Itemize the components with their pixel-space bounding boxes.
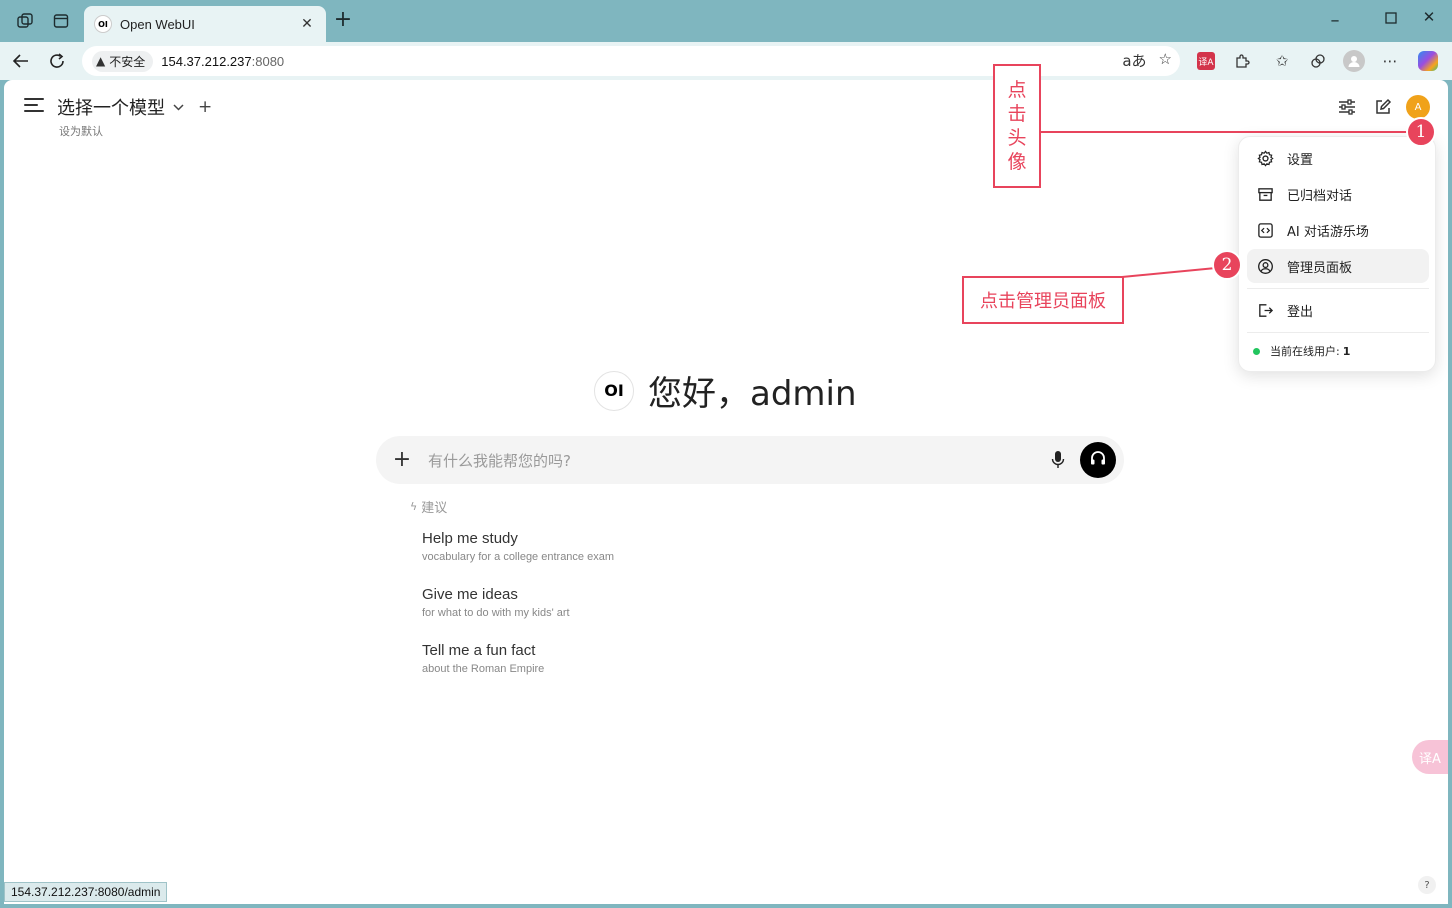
headphones-icon — [1089, 449, 1107, 471]
online-users-label: 当前在线用户: — [1270, 345, 1340, 358]
close-window-icon[interactable]: ✕ — [1414, 8, 1444, 30]
add-model-icon[interactable]: + — [198, 97, 212, 117]
more-menu-icon[interactable]: ⋯ — [1378, 50, 1402, 72]
annotation-number-2: 2 — [1212, 250, 1242, 280]
gear-icon — [1255, 148, 1275, 168]
profile-icon[interactable] — [1342, 50, 1366, 72]
new-tab-icon[interactable]: + — [332, 9, 354, 32]
annotation-line-1 — [1040, 131, 1408, 133]
annotation-step1-char: 击 — [1007, 103, 1027, 125]
menu-item-logout[interactable]: 登出 — [1247, 293, 1429, 327]
tab-actions-icon[interactable] — [50, 10, 72, 32]
translate-extension-icon[interactable]: 译A — [1194, 50, 1218, 72]
reload-icon[interactable] — [44, 49, 70, 73]
workspaces-icon[interactable] — [14, 10, 36, 32]
annotation-number-1: 1 — [1406, 117, 1436, 147]
voice-mode-button[interactable] — [1080, 442, 1116, 478]
menu-item-label: 设置 — [1287, 152, 1314, 168]
menu-item-label: AI 对话游乐场 — [1287, 224, 1369, 240]
code-icon — [1255, 220, 1275, 240]
favorite-star-icon[interactable]: ☆ — [1159, 50, 1172, 71]
chat-input-placeholder[interactable]: 有什么我能帮您的吗? — [428, 450, 571, 471]
menu-item-label: 登出 — [1287, 304, 1314, 320]
read-aloud-icon[interactable]: aあ — [1122, 50, 1146, 71]
new-chat-edit-icon[interactable] — [1372, 96, 1394, 118]
model-selector[interactable]: 选择一个模型 + — [57, 94, 212, 120]
chat-input[interactable]: + 有什么我能帮您的吗? — [376, 436, 1124, 484]
annotation-step2-box: 点击管理员面板 — [962, 276, 1124, 324]
bolt-icon: ϟ — [410, 500, 418, 513]
url-text[interactable]: 154.37.212.237:8080 — [161, 54, 284, 69]
url-host: 154.37.212.237 — [161, 53, 252, 69]
browser-tab[interactable]: OI Open WebUI ✕ — [84, 6, 326, 42]
maximize-icon[interactable] — [1376, 10, 1406, 32]
set-default-link[interactable]: 设为默认 — [59, 123, 103, 139]
suggestions-heading: ϟ 建议 — [410, 497, 447, 516]
user-circle-icon — [1255, 256, 1275, 276]
annotation-step1-char: 像 — [1007, 151, 1027, 173]
user-dropdown-menu: 设置 已归档对话 AI 对话游乐场 管理员面板 登出 当前在线用户: 1 — [1238, 136, 1436, 372]
menu-item-archived-chats[interactable]: 已归档对话 — [1247, 177, 1429, 211]
user-avatar[interactable]: A — [1406, 95, 1430, 119]
browser-titlebar: OI Open WebUI ✕ + – ✕ — [0, 0, 1452, 42]
online-dot-icon — [1253, 347, 1260, 355]
translate-extension-badge: 译A — [1197, 52, 1215, 70]
controls-sliders-icon[interactable] — [1336, 96, 1358, 118]
microphone-icon[interactable] — [1046, 448, 1070, 472]
collections-icon[interactable] — [1306, 50, 1330, 72]
extensions-icon[interactable] — [1230, 50, 1254, 72]
annotation-step1-char: 点 — [1007, 79, 1027, 101]
chevron-down-icon[interactable] — [173, 100, 184, 114]
openwebui-logo: OI — [594, 370, 634, 411]
tab-close-icon[interactable]: ✕ — [298, 16, 316, 32]
menu-divider — [1247, 288, 1429, 289]
favorites-icon[interactable]: ✩ — [1270, 50, 1294, 72]
page-viewport: 选择一个模型 + 设为默认 A 设置 已归档对话 AI 对话游乐场 管理员面板 … — [4, 80, 1448, 904]
menu-divider — [1247, 332, 1429, 333]
tab-favicon: OI — [94, 15, 112, 33]
security-warning[interactable]: ▲ 不安全 — [92, 50, 154, 72]
annotation-step1-box: 点 击 头 像 — [993, 64, 1041, 188]
suggestion-title: Help me study — [422, 530, 518, 547]
menu-item-settings[interactable]: 设置 — [1247, 141, 1429, 175]
model-select-label: 选择一个模型 — [57, 98, 165, 119]
archive-icon — [1255, 184, 1275, 204]
suggestion-subtitle: about the Roman Empire — [422, 663, 545, 675]
suggestions-heading-label: 建议 — [421, 501, 448, 516]
suggestion-subtitle: for what to do with my kids' art — [422, 607, 570, 619]
suggestion-item[interactable]: Give me ideas for what to do with my kid… — [422, 586, 782, 619]
suggestion-item[interactable]: Help me study vocabulary for a college e… — [422, 530, 782, 563]
logout-icon — [1255, 300, 1275, 320]
annotation-step1-char: 头 — [1007, 127, 1027, 149]
attach-plus-icon[interactable]: + — [390, 447, 414, 472]
copilot-icon[interactable] — [1416, 50, 1440, 72]
translate-fab[interactable]: 译A — [1412, 740, 1448, 774]
greeting-text: 您好，admin — [648, 374, 857, 414]
menu-item-admin-panel[interactable]: 管理员面板 — [1247, 249, 1429, 283]
greeting: OI 您好，admin — [594, 366, 857, 415]
menu-item-playground[interactable]: AI 对话游乐场 — [1247, 213, 1429, 247]
menu-item-label: 管理员面板 — [1287, 260, 1353, 276]
suggestion-title: Give me ideas — [422, 586, 518, 603]
suggestion-item[interactable]: Tell me a fun fact about the Roman Empir… — [422, 642, 782, 675]
menu-item-label: 已归档对话 — [1287, 188, 1353, 204]
suggestion-subtitle: vocabulary for a college entrance exam — [422, 551, 614, 563]
suggestion-title: Tell me a fun fact — [422, 642, 536, 659]
security-label: 不安全 — [109, 54, 146, 69]
url-port: :8080 — [251, 53, 285, 69]
online-users-status: 当前在线用户: 1 — [1253, 343, 1350, 359]
status-bar-url: 154.37.212.237:8080/admin — [4, 882, 168, 902]
help-button[interactable]: ? — [1418, 876, 1436, 894]
tab-title: Open WebUI — [120, 16, 195, 32]
warning-icon: ▲ — [96, 54, 106, 68]
online-users-count: 1 — [1342, 344, 1351, 358]
sidebar-toggle-icon[interactable] — [24, 98, 44, 114]
browser-toolbar: ▲ 不安全 154.37.212.237:8080 aあ ☆ 译A ✩ ⋯ — [0, 42, 1452, 80]
minimize-icon[interactable]: – — [1320, 10, 1350, 32]
back-icon[interactable] — [8, 49, 34, 73]
